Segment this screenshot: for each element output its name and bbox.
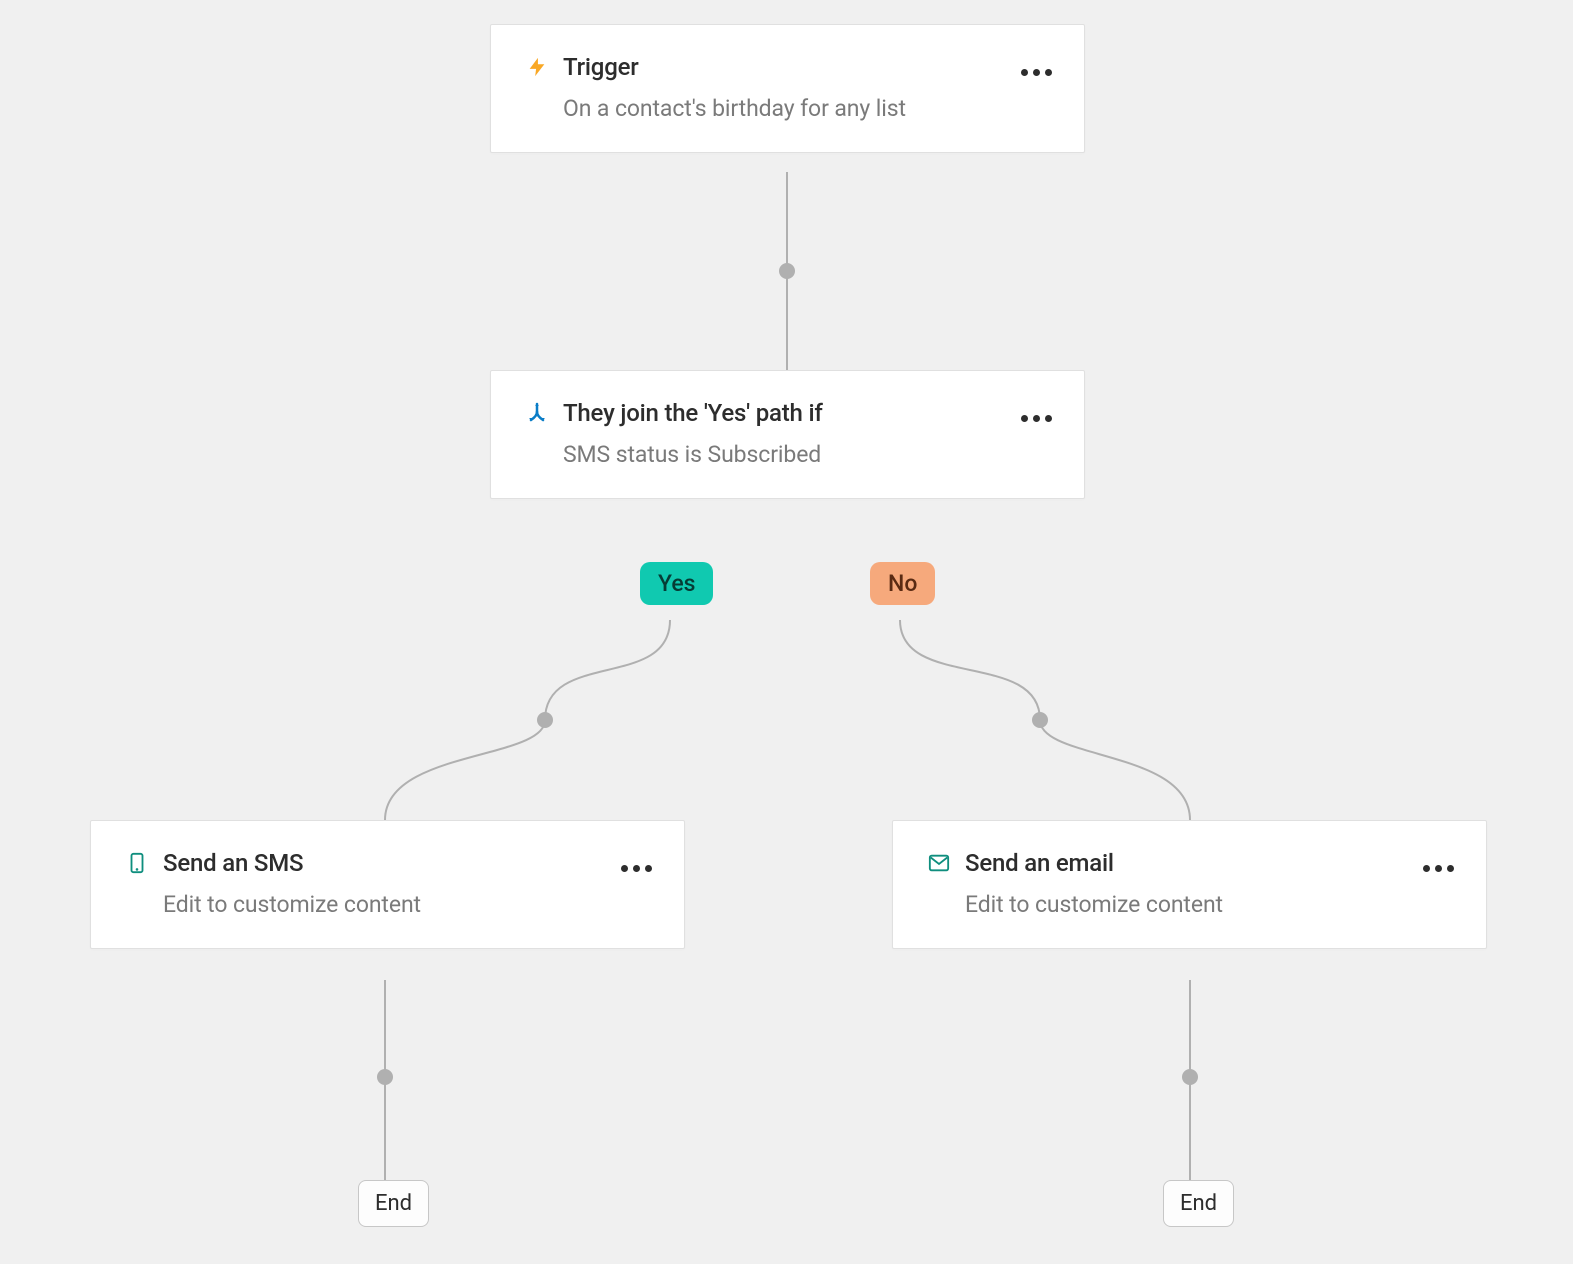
sms-subtitle: Edit to customize content	[163, 891, 650, 918]
ellipsis-icon	[1021, 415, 1052, 422]
phone-icon	[125, 851, 149, 875]
trigger-more-button[interactable]	[1016, 57, 1056, 87]
email-title: Send an email	[965, 849, 1114, 877]
email-more-button[interactable]	[1418, 853, 1458, 883]
trigger-subtitle: On a contact's birthday for any list	[563, 95, 1050, 122]
yes-branch-label: Yes	[640, 562, 713, 605]
condition-subtitle: SMS status is Subscribed	[563, 441, 1050, 468]
sms-more-button[interactable]	[616, 853, 656, 883]
end-node-right: End	[1163, 1180, 1234, 1227]
trigger-title: Trigger	[563, 53, 639, 81]
email-card[interactable]: Send an email Edit to customize content	[892, 820, 1487, 949]
condition-card[interactable]: They join the 'Yes' path if SMS status i…	[490, 370, 1085, 499]
ellipsis-icon	[1423, 865, 1454, 872]
email-subtitle: Edit to customize content	[965, 891, 1452, 918]
ellipsis-icon	[1021, 69, 1052, 76]
bolt-icon	[525, 55, 549, 79]
connectors-layer	[0, 0, 1573, 1264]
condition-title: They join the 'Yes' path if	[563, 399, 823, 427]
sms-title: Send an SMS	[163, 849, 303, 877]
no-branch-label: No	[870, 562, 935, 605]
ellipsis-icon	[621, 865, 652, 872]
split-icon	[525, 401, 549, 425]
mail-icon	[927, 851, 951, 875]
sms-card[interactable]: Send an SMS Edit to customize content	[90, 820, 685, 949]
trigger-card[interactable]: Trigger On a contact's birthday for any …	[490, 24, 1085, 153]
workflow-canvas: Trigger On a contact's birthday for any …	[0, 0, 1573, 1264]
condition-more-button[interactable]	[1016, 403, 1056, 433]
end-node-left: End	[358, 1180, 429, 1227]
